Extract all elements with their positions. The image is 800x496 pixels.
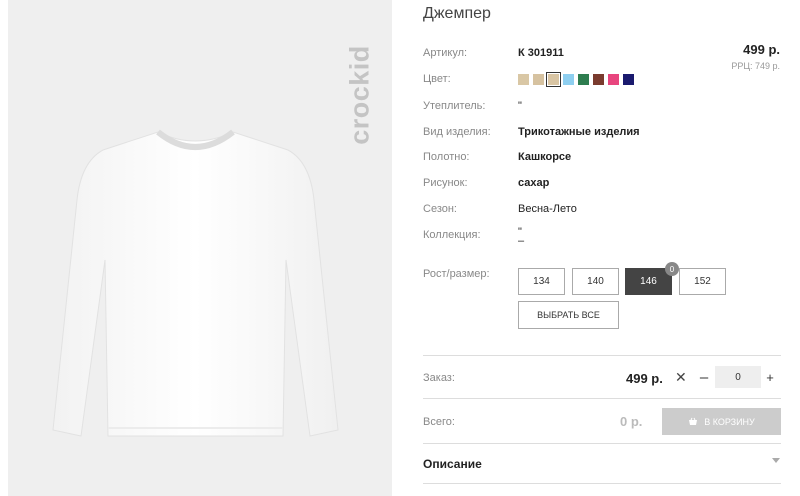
- color-swatch[interactable]: [533, 74, 544, 85]
- order-price: 499 р.: [626, 371, 663, 386]
- color-swatch-selected[interactable]: [546, 72, 561, 87]
- article-value: К 301911: [518, 47, 564, 59]
- product-image-panel: crockid: [8, 0, 392, 496]
- product-price: 499 р.: [743, 42, 780, 57]
- fabric-value: Кашкорсе: [518, 151, 572, 163]
- description-toggle[interactable]: Описание: [423, 457, 482, 471]
- cart-icon: [689, 417, 698, 425]
- size-count-badge: 0: [665, 262, 679, 276]
- quantity-input[interactable]: [715, 366, 761, 388]
- color-label: Цвет:: [423, 73, 451, 85]
- size-button-152[interactable]: 152: [679, 268, 726, 295]
- brand-logo: crockid: [344, 30, 375, 160]
- quantity-increase-button[interactable]: +: [763, 366, 777, 388]
- collection-value-secondary: –: [518, 235, 525, 247]
- type-label: Вид изделия:: [423, 126, 491, 138]
- divider: [423, 355, 781, 356]
- insulation-label: Утеплитель:: [423, 100, 486, 112]
- insulation-value: ": [518, 100, 522, 112]
- divider: [423, 483, 781, 484]
- pattern-value: сахар: [518, 177, 550, 189]
- quantity-decrease-button[interactable]: –: [696, 366, 712, 388]
- color-swatch[interactable]: [608, 74, 619, 85]
- collection-label: Коллекция:: [423, 229, 481, 241]
- size-label: Рост/размер:: [423, 268, 490, 280]
- color-swatch[interactable]: [518, 74, 529, 85]
- article-label: Артикул:: [423, 47, 468, 59]
- recommended-price: РРЦ: 749 р.: [731, 61, 780, 71]
- total-price: 0 р.: [620, 414, 643, 429]
- add-to-cart-button[interactable]: В КОРЗИНУ: [662, 408, 781, 435]
- order-label: Заказ:: [423, 372, 455, 384]
- color-swatch[interactable]: [578, 74, 589, 85]
- color-swatches: [518, 72, 634, 87]
- add-to-cart-label: В КОРЗИНУ: [704, 416, 755, 427]
- color-swatch[interactable]: [623, 74, 634, 85]
- color-swatch[interactable]: [563, 74, 574, 85]
- color-swatch[interactable]: [593, 74, 604, 85]
- product-title: Джемпер: [423, 5, 491, 22]
- total-label: Всего:: [423, 416, 455, 428]
- chevron-down-icon[interactable]: [772, 458, 780, 463]
- select-all-button[interactable]: ВЫБРАТЬ ВСЕ: [518, 301, 619, 329]
- multiply-icon: ✕: [675, 369, 687, 385]
- type-value: Трикотажные изделия: [518, 126, 640, 138]
- divider: [423, 398, 781, 399]
- season-value: Весна-Лето: [518, 203, 577, 215]
- brand-logo-text: crockid: [344, 45, 375, 145]
- fabric-label: Полотно:: [423, 151, 470, 163]
- product-image: [52, 129, 339, 437]
- size-button-134[interactable]: 134: [518, 268, 565, 295]
- divider: [423, 443, 781, 444]
- pattern-label: Рисунок:: [423, 177, 468, 189]
- size-button-140[interactable]: 140: [572, 268, 619, 295]
- season-label: Сезон:: [423, 203, 457, 215]
